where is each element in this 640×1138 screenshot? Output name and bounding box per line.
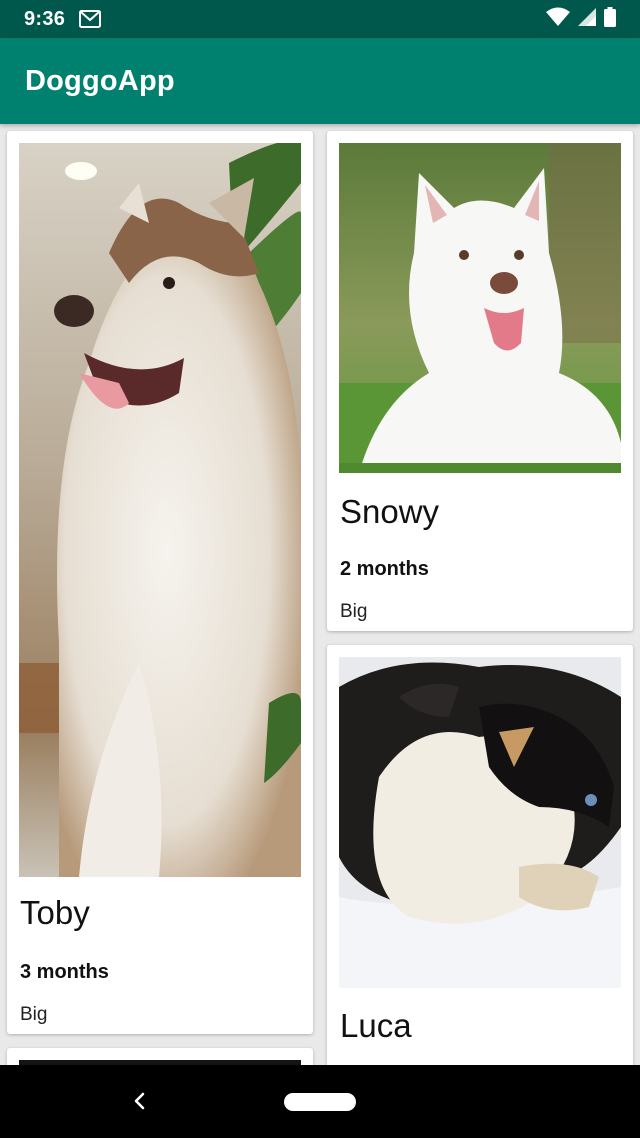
dog-size: Big — [340, 601, 368, 622]
wifi-icon — [546, 7, 570, 32]
dog-photo-snowy — [339, 143, 621, 473]
dog-name: Toby — [20, 894, 90, 931]
dog-grid[interactable]: Toby 3 months Big Snowy 2 months Big Luc… — [0, 124, 640, 1065]
gmail-icon — [79, 10, 102, 28]
battery-icon — [604, 6, 616, 32]
app-bar: DoggoApp — [0, 38, 640, 124]
dog-name: Snowy — [340, 493, 440, 530]
back-icon[interactable] — [126, 1087, 154, 1115]
status-time: 9:36 — [24, 7, 66, 30]
status-icons — [546, 6, 616, 32]
app-title: DoggoApp — [25, 64, 175, 97]
dog-card-partial[interactable] — [7, 1048, 313, 1065]
dog-size: Big — [20, 1004, 48, 1025]
dog-card-luca[interactable]: Luca — [327, 645, 633, 1065]
nav-bar — [0, 1065, 640, 1138]
dog-name: Luca — [340, 1007, 412, 1044]
status-bar: 9:36 — [0, 0, 640, 38]
dog-card-toby[interactable]: Toby 3 months Big — [7, 131, 313, 1034]
dog-age: 2 months — [340, 558, 429, 580]
cell-signal-icon — [578, 7, 596, 31]
dog-photo-toby — [19, 143, 301, 877]
home-pill-icon[interactable] — [284, 1092, 356, 1111]
dog-photo-luca — [339, 657, 621, 988]
dog-age: 3 months — [20, 961, 109, 983]
dog-card-snowy[interactable]: Snowy 2 months Big — [327, 131, 633, 631]
